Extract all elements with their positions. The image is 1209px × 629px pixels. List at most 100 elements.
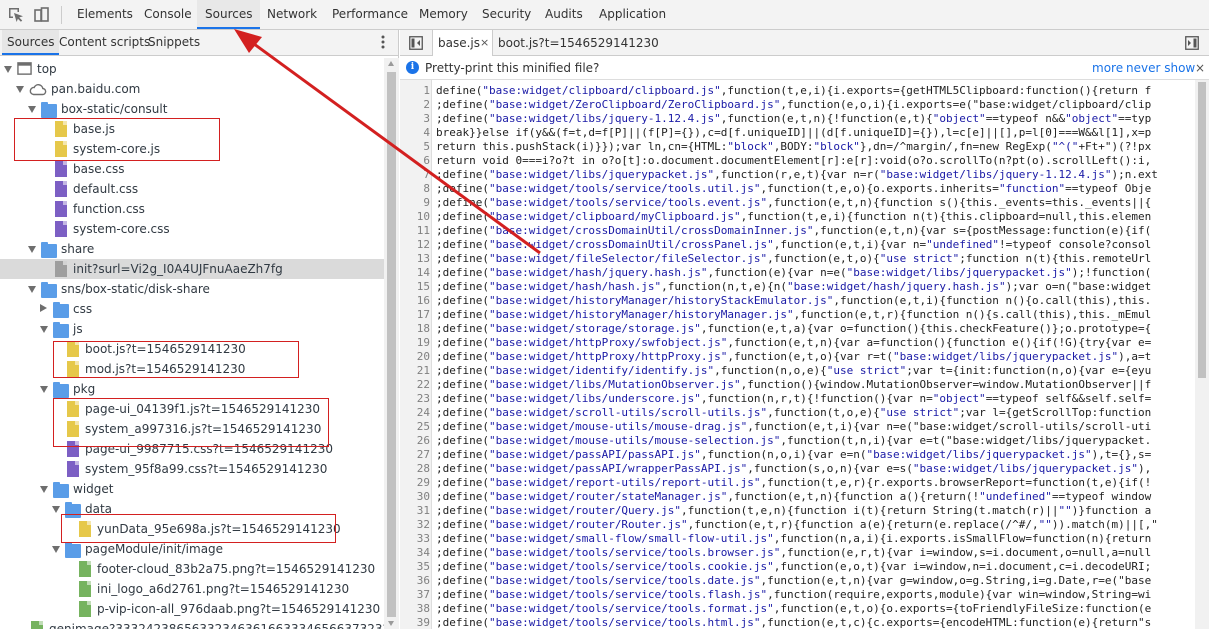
tab-sources-nav[interactable]: Sources [2, 30, 60, 55]
line-number[interactable]: 25 [400, 420, 430, 434]
editor-tab-boot-js[interactable]: boot.js?t=1546529141230 [498, 30, 659, 56]
line-number[interactable]: 5 [400, 140, 430, 154]
tree-item[interactable]: system_95f8a99.css?t=1546529141230 [0, 459, 384, 479]
tree-item[interactable]: widget [0, 479, 384, 499]
tree-item[interactable]: sns/box-static/disk-share [0, 279, 384, 299]
tree-item[interactable]: genimage?3332423865633234636166333465663… [0, 619, 384, 629]
tree-item[interactable]: mod.js?t=1546529141230 [0, 359, 384, 379]
tab-elements[interactable]: Elements [77, 0, 133, 29]
line-number[interactable]: 7 [400, 168, 430, 182]
editor-scrollbar[interactable] [1195, 80, 1209, 629]
tree-item[interactable]: pageModule/init/image [0, 539, 384, 559]
tab-security[interactable]: Security [482, 0, 531, 29]
expand-triangle-icon[interactable] [40, 326, 48, 333]
tree-item[interactable]: init?surl=Vi2g_I0A4UJFnuAaeZh7fg [0, 259, 384, 279]
infobar-never-show-link[interactable]: never show [1126, 56, 1195, 80]
line-number[interactable]: 8 [400, 182, 430, 196]
expand-triangle-icon[interactable] [28, 106, 36, 113]
tree-item[interactable]: p-vip-icon-all_976daab.png?t=15465291412… [0, 599, 384, 619]
line-number[interactable]: 2 [400, 98, 430, 112]
infobar-close-icon[interactable]: × [1195, 56, 1205, 80]
tab-audits[interactable]: Audits [545, 0, 583, 29]
line-number[interactable]: 13 [400, 252, 430, 266]
line-number[interactable]: 11 [400, 224, 430, 238]
device-toggle-icon[interactable] [32, 6, 50, 24]
editor-tab-base-js[interactable]: base.js × [432, 30, 493, 56]
expand-triangle-icon[interactable] [40, 386, 48, 393]
line-number[interactable]: 9 [400, 196, 430, 210]
tree-item[interactable]: share [0, 239, 384, 259]
tab-memory[interactable]: Memory [419, 0, 468, 29]
kebab-icon[interactable] [380, 34, 386, 50]
code-editor[interactable]: 1 define("base:widget/clipboard/clipboard… [400, 80, 1195, 629]
debugger-toggle-icon[interactable] [1185, 36, 1199, 50]
tree-item[interactable]: base.css [0, 159, 384, 179]
scroll-down-arrow-icon[interactable] [388, 621, 394, 626]
line-number[interactable]: 15 [400, 280, 430, 294]
line-number[interactable]: 28 [400, 462, 430, 476]
editor-scrollbar-thumb[interactable] [1198, 82, 1206, 378]
line-number[interactable]: 34 [400, 546, 430, 560]
tree-item[interactable]: top [0, 59, 384, 79]
line-number[interactable]: 20 [400, 350, 430, 364]
tree-item[interactable]: default.css [0, 179, 384, 199]
tree-item[interactable]: system-core.js [0, 139, 384, 159]
line-number[interactable]: 32 [400, 518, 430, 532]
expand-triangle-icon[interactable] [4, 66, 12, 73]
line-number[interactable]: 6 [400, 154, 430, 168]
tab-application[interactable]: Application [599, 0, 666, 29]
close-tab-icon[interactable]: × [480, 30, 489, 56]
expand-triangle-icon[interactable] [28, 286, 36, 293]
line-number[interactable]: 26 [400, 434, 430, 448]
tree-item[interactable]: boot.js?t=1546529141230 [0, 339, 384, 359]
line-number[interactable]: 3 [400, 112, 430, 126]
line-number[interactable]: 29 [400, 476, 430, 490]
navigator-toggle-icon[interactable] [409, 36, 423, 50]
tree-item[interactable]: system-core.css [0, 219, 384, 239]
tree-item[interactable]: css [0, 299, 384, 319]
tree-item[interactable]: box-static/consult [0, 99, 384, 119]
navigator-scrollbar[interactable] [384, 58, 399, 629]
line-number[interactable]: 38 [400, 602, 430, 616]
line-number[interactable]: 24 [400, 406, 430, 420]
tree-item[interactable]: footer-cloud_83b2a75.png?t=1546529141230 [0, 559, 384, 579]
line-number[interactable]: 31 [400, 504, 430, 518]
line-number[interactable]: 18 [400, 322, 430, 336]
tree-item[interactable]: ini_logo_a6d2761.png?t=1546529141230 [0, 579, 384, 599]
line-number[interactable]: 17 [400, 308, 430, 322]
tree-item[interactable]: data [0, 499, 384, 519]
scrollbar-thumb[interactable] [387, 72, 396, 617]
expand-triangle-icon[interactable] [52, 546, 60, 553]
tree-item[interactable]: js [0, 319, 384, 339]
scroll-up-arrow-icon[interactable] [388, 61, 394, 66]
line-number[interactable]: 36 [400, 574, 430, 588]
tab-performance[interactable]: Performance [332, 0, 408, 29]
tab-network[interactable]: Network [267, 0, 317, 29]
tree-item[interactable]: base.js [0, 119, 384, 139]
inspect-icon[interactable] [7, 6, 25, 24]
line-number[interactable]: 22 [400, 378, 430, 392]
line-number[interactable]: 39 [400, 616, 430, 629]
line-number[interactable]: 12 [400, 238, 430, 252]
tree-item[interactable]: yunData_95e698a.js?t=1546529141230 [0, 519, 384, 539]
line-number[interactable]: 27 [400, 448, 430, 462]
line-number[interactable]: 19 [400, 336, 430, 350]
expand-triangle-icon[interactable] [52, 506, 60, 513]
line-number[interactable]: 4 [400, 126, 430, 140]
line-number[interactable]: 16 [400, 294, 430, 308]
tree-item[interactable]: system_a997316.js?t=1546529141230 [0, 419, 384, 439]
tab-content-scripts[interactable]: Content scripts [59, 30, 150, 55]
tree-item[interactable]: function.css [0, 199, 384, 219]
line-number[interactable]: 10 [400, 210, 430, 224]
tab-snippets[interactable]: Snippets [148, 30, 200, 55]
infobar-more-link[interactable]: more [1092, 56, 1123, 80]
line-number[interactable]: 1 [400, 84, 430, 98]
line-number[interactable]: 23 [400, 392, 430, 406]
line-number[interactable]: 33 [400, 532, 430, 546]
expand-triangle-icon[interactable] [40, 486, 48, 493]
expand-triangle-icon[interactable] [28, 246, 36, 253]
tree-item[interactable]: page-ui_9987715.css?t=1546529141230 [0, 439, 384, 459]
line-number[interactable]: 21 [400, 364, 430, 378]
tab-sources[interactable]: Sources [197, 0, 261, 29]
line-number[interactable]: 35 [400, 560, 430, 574]
